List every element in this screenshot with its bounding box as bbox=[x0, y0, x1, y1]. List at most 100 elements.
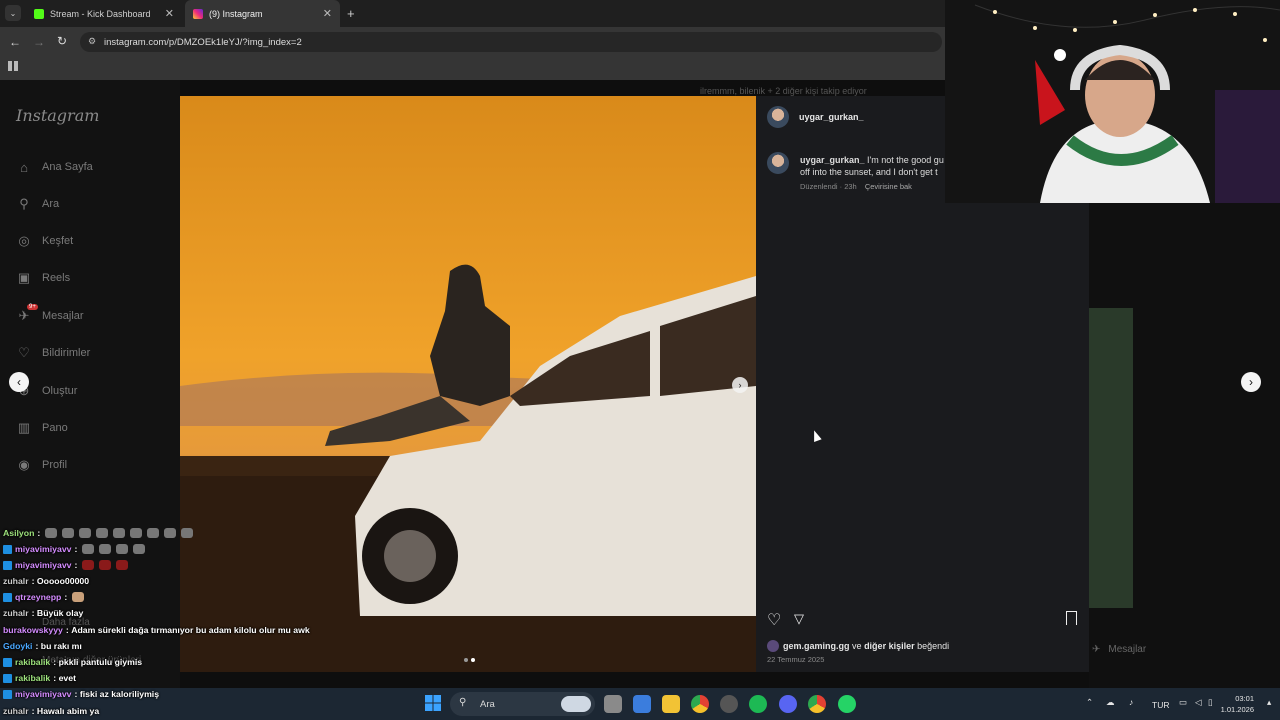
close-tab-icon[interactable]: ✕ bbox=[165, 7, 174, 20]
chat-message: miyavimiyavv: bbox=[3, 544, 146, 554]
reload-icon[interactable]: ↻ bbox=[57, 34, 67, 48]
subscriber-badge-icon bbox=[3, 560, 12, 570]
close-tab-icon[interactable]: ✕ bbox=[323, 7, 332, 20]
start-windows-icon[interactable] bbox=[425, 695, 441, 711]
chat-username[interactable]: zuhalr bbox=[3, 576, 29, 586]
file-explorer-icon[interactable] bbox=[662, 695, 680, 713]
network-icon[interactable]: ▭ bbox=[1179, 697, 1187, 708]
chat-username[interactable]: zuhalr bbox=[3, 706, 29, 716]
subscriber-badge-icon bbox=[3, 544, 12, 554]
messages-badge: 9+ bbox=[27, 304, 38, 310]
tab-label: Stream - Kick Dashboard bbox=[50, 8, 151, 19]
chat-username[interactable]: rakibalik bbox=[15, 673, 50, 683]
back-icon[interactable]: ← bbox=[9, 35, 21, 49]
chrome-active-icon[interactable] bbox=[808, 695, 826, 713]
chat-username[interactable]: qtrzeynepp bbox=[15, 592, 61, 602]
site-info-icon[interactable]: ⚙ bbox=[88, 36, 96, 47]
home-icon: ⌂ bbox=[20, 159, 28, 175]
author-username[interactable]: uygar_gurkan_ bbox=[799, 112, 864, 122]
chat-username[interactable]: Gdoyki bbox=[3, 641, 32, 651]
save-bookmark-icon[interactable] bbox=[1066, 611, 1077, 625]
nav-label: Pano bbox=[42, 422, 68, 434]
caption-username[interactable]: uygar_gurkan_ bbox=[800, 155, 865, 165]
chat-message: zuhalr: Ooooo00000 bbox=[3, 576, 89, 586]
see-translation-link[interactable]: Çevirisine bak bbox=[865, 182, 912, 191]
search-icon: ⚲ bbox=[19, 196, 29, 211]
chat-username[interactable]: miyavimiyavv bbox=[15, 560, 72, 570]
profile-icon: ◉ bbox=[18, 457, 30, 472]
likes-others[interactable]: diğer kişiler bbox=[864, 641, 915, 651]
tab-instagram[interactable]: (9) Instagram ✕ bbox=[185, 0, 340, 27]
emote-icon bbox=[45, 528, 58, 538]
chat-message: qtrzeynepp: bbox=[3, 592, 85, 602]
app-icon[interactable] bbox=[720, 695, 738, 713]
clock-date: 1.01.2026 bbox=[1220, 705, 1254, 714]
chat-username[interactable]: miyavimiyavv bbox=[15, 544, 72, 554]
nav-home[interactable]: ⌂ Ana Sayfa bbox=[16, 157, 93, 177]
caption-avatar[interactable] bbox=[767, 152, 789, 174]
chat-username[interactable]: zuhalr bbox=[3, 608, 29, 618]
store-icon[interactable] bbox=[633, 695, 651, 713]
nav-reels[interactable]: ▣ Reels bbox=[16, 268, 70, 288]
messages-pill[interactable]: ✈ Mesajlar bbox=[1092, 638, 1242, 660]
whatsapp-icon[interactable] bbox=[838, 695, 856, 713]
forward-icon[interactable]: → bbox=[33, 35, 45, 49]
subscriber-badge-icon bbox=[3, 689, 12, 699]
chat-username[interactable]: rakibalik bbox=[15, 657, 50, 667]
prev-post-arrow-icon[interactable]: ‹ bbox=[9, 372, 29, 392]
photo-next-arrow-icon[interactable]: › bbox=[732, 377, 748, 393]
chat-message: rakibalik: evet bbox=[3, 673, 76, 683]
chat-username[interactable]: Asilyon bbox=[3, 528, 34, 538]
spotify-icon[interactable] bbox=[749, 695, 767, 713]
apps-grid-icon[interactable] bbox=[8, 61, 18, 71]
chat-colon: : bbox=[65, 625, 69, 635]
instagram-logo[interactable]: Instagram bbox=[16, 106, 99, 125]
chrome-icon[interactable] bbox=[691, 695, 709, 713]
like-heart-icon[interactable]: ♡ bbox=[767, 610, 781, 630]
dashboard-icon: ▥ bbox=[17, 420, 31, 435]
emote-icon bbox=[116, 544, 129, 554]
nav-notifications[interactable]: ♡ Bildirimler bbox=[16, 343, 90, 363]
chat-username[interactable]: miyavimiyavv bbox=[15, 689, 72, 699]
nav-label: Reels bbox=[42, 272, 71, 284]
emote-icon bbox=[133, 544, 146, 554]
clock[interactable]: 03:01 1.01.2026 bbox=[1214, 693, 1254, 715]
nav-dashboard[interactable]: ▥ Pano bbox=[16, 418, 68, 438]
tab-kick-dashboard[interactable]: Stream - Kick Dashboard ✕ bbox=[26, 0, 182, 27]
reels-icon: ▣ bbox=[17, 270, 31, 285]
next-post-arrow-icon[interactable]: › bbox=[1241, 372, 1261, 392]
task-view-icon[interactable] bbox=[604, 695, 622, 713]
subscriber-badge-icon bbox=[3, 657, 12, 667]
chat-username[interactable]: burakowskyyy bbox=[3, 625, 63, 635]
nav-search[interactable]: ⚲ Ara bbox=[16, 194, 59, 214]
discord-icon[interactable] bbox=[779, 695, 797, 713]
microphone-icon[interactable]: ♪ bbox=[1129, 697, 1133, 707]
chat-message: Gdoyki: bu rakı mı bbox=[3, 641, 82, 651]
nav-label: Oluştur bbox=[42, 385, 78, 397]
author-avatar[interactable] bbox=[767, 106, 789, 128]
emote-icon bbox=[130, 528, 143, 538]
battery-icon[interactable]: ▯ bbox=[1208, 697, 1213, 708]
input-language[interactable]: TUR bbox=[1152, 700, 1169, 710]
taskbar-search[interactable]: ⚲ Ara bbox=[450, 692, 595, 716]
nav-profile[interactable]: ◉ Profil bbox=[16, 455, 67, 475]
likes-line: gem.gaming.gg ve diğer kişiler beğendi bbox=[767, 640, 949, 652]
url-field[interactable]: ⚙ instagram.com/p/DMZOEk1leYJ/?img_index… bbox=[80, 32, 942, 52]
nav-messages[interactable]: ✈ Mesajlar 9+ bbox=[16, 304, 84, 326]
chat-text: pkkli pantulu giymis bbox=[58, 657, 143, 667]
nav-explore[interactable]: ◎ Keşfet bbox=[16, 231, 73, 251]
onedrive-icon[interactable]: ☁ bbox=[1106, 697, 1115, 708]
chat-colon: : bbox=[31, 576, 35, 586]
post-photo[interactable] bbox=[180, 96, 756, 672]
share-icon[interactable]: ▽ bbox=[794, 611, 804, 627]
subscriber-badge-icon bbox=[3, 673, 12, 683]
tab-search-button[interactable]: ⌄ bbox=[5, 5, 21, 21]
liker-username[interactable]: gem.gaming.gg bbox=[783, 641, 850, 651]
new-tab-button[interactable]: + bbox=[347, 6, 355, 21]
instagram-favicon-icon bbox=[193, 8, 203, 19]
notification-icon[interactable]: ▴ bbox=[1267, 697, 1271, 708]
volume-icon[interactable]: ◁ bbox=[1195, 697, 1202, 708]
caption-text-1: I'm not the good gu bbox=[867, 155, 944, 165]
emote-icon bbox=[62, 528, 75, 538]
tray-chevron-icon[interactable]: ⌃ bbox=[1086, 697, 1093, 708]
